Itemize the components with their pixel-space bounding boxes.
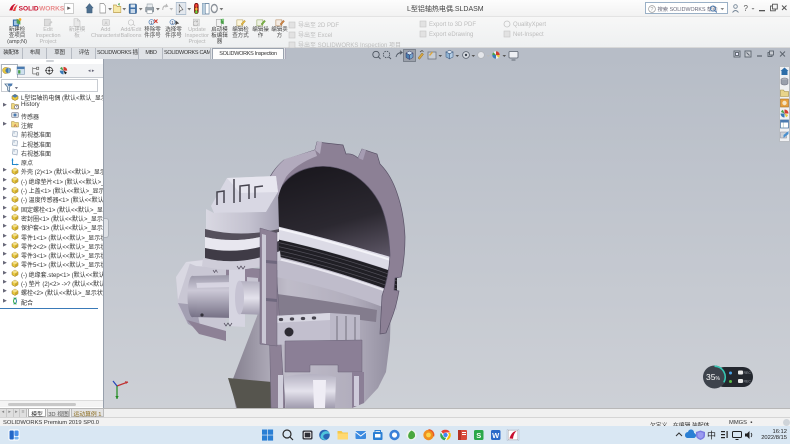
- svg-text:SOLID: SOLID: [19, 5, 39, 12]
- svg-text:REC: REC: [744, 380, 752, 384]
- svg-text:WORKS: WORKS: [39, 5, 65, 12]
- svg-text:A: A: [104, 20, 107, 25]
- svg-text:搜索 SOLIDWORKS 帮助: 搜索 SOLIDWORKS 帮助: [658, 5, 718, 13]
- svg-text:REC: REC: [744, 371, 752, 375]
- svg-text:W: W: [492, 431, 500, 440]
- svg-text:?: ?: [744, 4, 749, 13]
- svg-text:中: 中: [707, 430, 716, 441]
- svg-text:?: ?: [650, 7, 653, 13]
- svg-text:A: A: [14, 123, 17, 128]
- svg-text:S: S: [476, 431, 481, 440]
